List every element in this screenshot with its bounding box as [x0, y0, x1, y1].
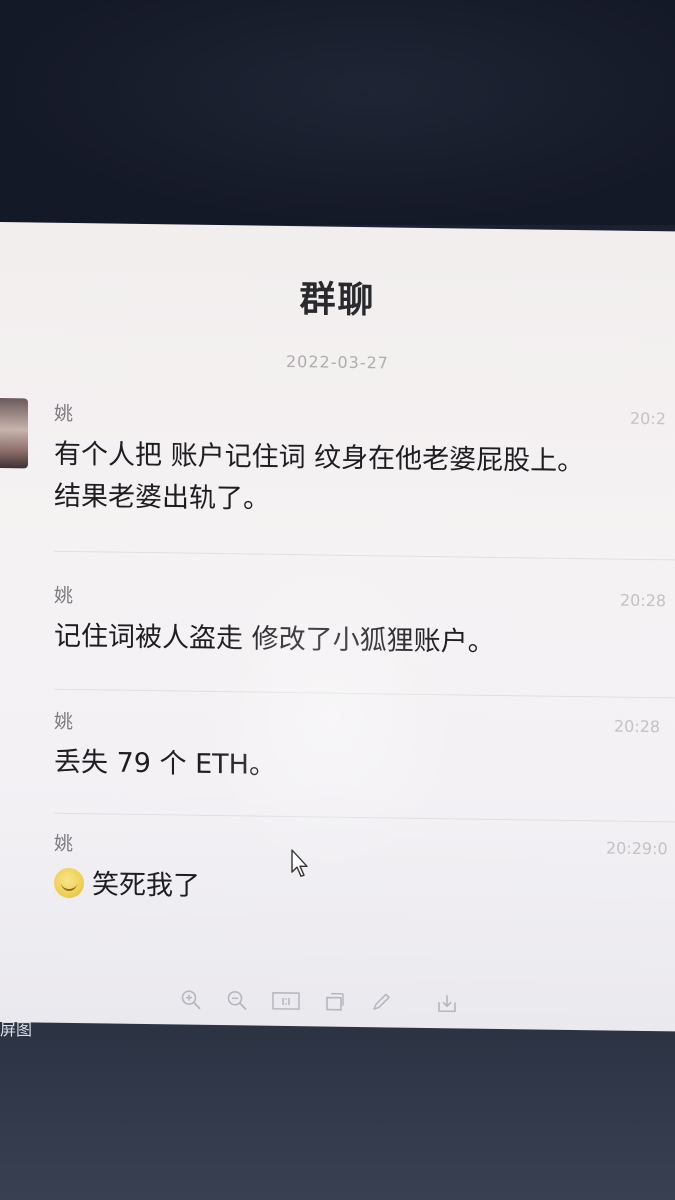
avatar[interactable]	[0, 397, 28, 469]
message-text: 有个人把 账户记住词 纹身在他老婆屁股上。 结果老婆出轨了。	[54, 434, 675, 527]
message-sender: 姚	[54, 710, 74, 734]
message-time: 20:28	[620, 590, 667, 611]
message-text: 丢失 79 个 ETH。	[54, 742, 675, 793]
image-viewer-toolbar	[180, 985, 500, 1019]
message-line: 丢失 79 个 ETH。	[54, 746, 276, 781]
message-sender: 姚	[54, 832, 74, 856]
zoom-in-icon[interactable]	[180, 989, 202, 1011]
message-line: 结果老婆出轨了。	[54, 480, 270, 515]
chat-date: 2022-03-27	[286, 351, 389, 373]
mouse-pointer-icon	[290, 848, 312, 878]
message-sender: 姚	[54, 402, 74, 426]
grin-emoji-icon	[54, 867, 84, 899]
message-divider	[54, 812, 675, 823]
download-icon[interactable]	[436, 992, 458, 1014]
message-time: 20:2	[630, 408, 666, 429]
message-divider	[54, 550, 675, 561]
actual-size-icon[interactable]	[272, 990, 300, 1012]
monitor-bezel-area	[0, 0, 675, 225]
crop-icon[interactable]	[324, 991, 346, 1013]
message-text: 记住词被人盗走 修改了小狐狸账户。	[54, 616, 675, 667]
message-item: 姚 20:28 记住词被人盗走 修改了小狐狸账户。	[54, 581, 675, 667]
message-sender: 姚	[54, 584, 74, 608]
message-time: 20:29:0	[606, 838, 668, 859]
zoom-out-icon[interactable]	[226, 989, 248, 1011]
message-divider	[54, 688, 675, 699]
message-text: 笑死我了	[54, 864, 675, 915]
pen-icon[interactable]	[370, 991, 392, 1013]
chat-record-window: 群聊 2022-03-27 姚 20:2 有个人把 账户记住词 纹身在他老婆屁股…	[0, 222, 675, 1032]
message-line: 笑死我了	[92, 869, 200, 902]
message-item: 姚 20:29:0 笑死我了	[54, 829, 675, 915]
message-item: 姚 20:2 有个人把 账户记住词 纹身在他老婆屁股上。 结果老婆出轨了。	[54, 399, 675, 527]
message-item: 姚 20:28 丢失 79 个 ETH。	[54, 707, 675, 793]
window-title: 群聊	[299, 279, 376, 322]
message-line: 记住词被人盗走 修改了小狐狸账户。	[54, 620, 495, 658]
message-time: 20:28	[614, 716, 661, 737]
desktop-corner-label: 屏图	[0, 1020, 33, 1039]
